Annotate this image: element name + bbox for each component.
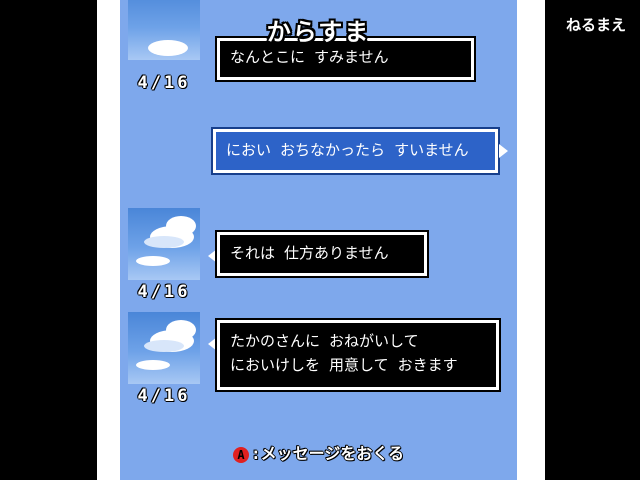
- message-date: 4/16: [137, 73, 191, 93]
- contact-avatar: [128, 312, 200, 384]
- bubble-tail: [499, 144, 508, 158]
- hint-text: :メッセージをおくる: [251, 444, 404, 463]
- message-bubble: それは 仕方ありません: [215, 230, 429, 278]
- page-title: からすま: [266, 18, 371, 46]
- chat-panel[interactable]: 4/16 なんとこに すみません におい おちなかったら すいません 4/16 …: [120, 0, 517, 480]
- contact-avatar: [128, 208, 200, 280]
- message-bubble: たかのさんに おねがいして においけしを 用意して おきます: [215, 318, 501, 392]
- message-bubble-sent: におい おちなかったら すいません: [211, 127, 500, 175]
- bubble-tail: [208, 249, 217, 263]
- message-date: 4/16: [137, 282, 191, 302]
- a-button-icon: A: [233, 446, 249, 463]
- bubble-tail: [208, 337, 217, 351]
- send-message-hint[interactable]: A:メッセージをおくる: [120, 440, 517, 464]
- message-date: 4/16: [137, 386, 191, 406]
- time-of-day-label: ねるまえ: [565, 16, 626, 34]
